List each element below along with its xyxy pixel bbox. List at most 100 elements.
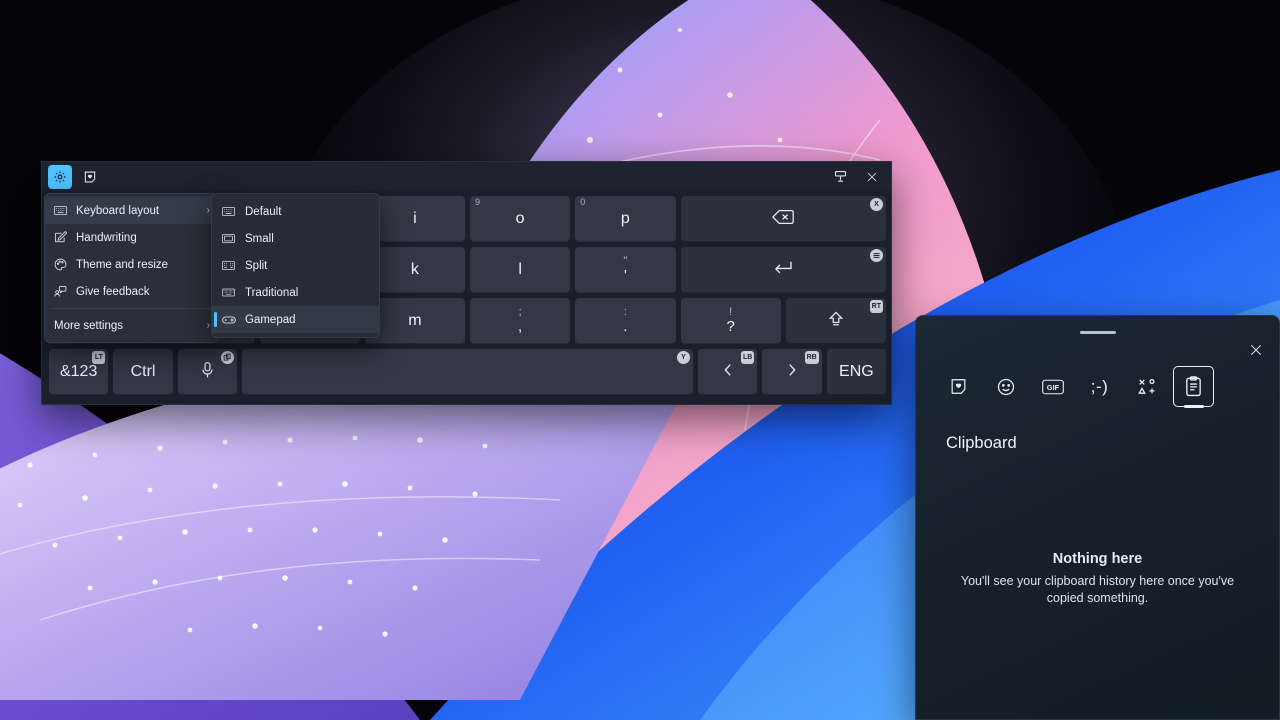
symbols-key[interactable]: LT &123 — [49, 349, 109, 395]
keyboard-small-icon — [222, 233, 240, 244]
key-label: ENG — [839, 363, 874, 380]
keyboard-traditional-icon — [222, 287, 240, 298]
keyboard-split-icon — [222, 260, 240, 271]
gamepad-badge: RT — [869, 300, 883, 313]
gamepad-badge: RB — [804, 351, 819, 364]
space-key[interactable]: Y — [242, 349, 693, 395]
svg-text:GIF: GIF — [1046, 383, 1059, 392]
ctrl-key[interactable]: Ctrl — [113, 349, 173, 395]
menu-item-label: Theme and resize — [76, 258, 169, 271]
key-o[interactable]: 9 o — [470, 196, 571, 242]
menu-separator — [51, 308, 212, 309]
arrow-left-icon — [721, 362, 735, 383]
keyboard-icon — [54, 204, 72, 217]
palette-icon — [54, 258, 72, 271]
gamepad-icon — [222, 315, 240, 325]
enter-icon — [772, 260, 794, 281]
kaomoji-icon: ;-) — [1090, 376, 1109, 396]
key-label: ' — [623, 266, 627, 284]
gamepad-badge — [870, 249, 884, 262]
menu-item-handwriting[interactable]: Handwriting — [45, 224, 218, 251]
menu-item-keyboard-layout[interactable]: Keyboard layout › — [45, 197, 218, 224]
panel-tab-bar: GIF ;-) — [916, 366, 1279, 407]
menu-item-label: Give feedback — [76, 285, 150, 298]
submenu-item-split[interactable]: Split — [212, 252, 379, 279]
chevron-right-icon: › — [206, 205, 210, 216]
backspace-key[interactable]: X — [680, 196, 887, 242]
submenu-item-label: Small — [245, 232, 274, 245]
key-label: m — [408, 312, 422, 329]
close-icon[interactable] — [1243, 338, 1269, 362]
key-l[interactable]: l — [470, 247, 571, 293]
key-label: &123 — [59, 363, 98, 380]
panel-drag-handle[interactable] — [1079, 331, 1116, 334]
gear-icon[interactable] — [48, 164, 72, 189]
chevron-right-icon: › — [206, 320, 210, 331]
submenu-item-label: Traditional — [245, 286, 299, 299]
submenu-item-gamepad[interactable]: Gamepad — [212, 306, 379, 333]
backspace-icon — [772, 209, 795, 230]
empty-state-body: You'll see your clipboard history here o… — [960, 574, 1235, 605]
clipboard-empty-state: Nothing here You'll see your clipboard h… — [916, 551, 1279, 607]
key-superscript: 9 — [475, 197, 481, 207]
submenu-item-label: Gamepad — [245, 313, 296, 326]
keyboard-row: LT &123 Ctrl Y LB RB ENG — [49, 349, 887, 395]
key-label: , — [518, 317, 523, 335]
clipboard-tab[interactable] — [1173, 366, 1214, 407]
key-period[interactable]: : . — [575, 298, 676, 344]
right-arrow-key[interactable]: RB — [762, 349, 822, 395]
arrow-right-icon — [785, 362, 799, 383]
stickers-tab[interactable] — [938, 366, 979, 407]
submenu-item-small[interactable]: Small — [212, 225, 379, 252]
submenu-item-label: Default — [245, 205, 282, 218]
menu-item-label: Handwriting — [76, 231, 137, 244]
submenu-item-traditional[interactable]: Traditional — [212, 279, 379, 306]
empty-state-title: Nothing here — [1052, 551, 1143, 567]
key-superscript: 0 — [580, 197, 586, 207]
key-label: ? — [726, 317, 735, 335]
language-key[interactable]: ENG — [826, 349, 887, 395]
handwriting-icon — [54, 231, 72, 244]
gif-tab[interactable]: GIF — [1032, 366, 1073, 407]
menu-item-label: More settings — [54, 319, 124, 332]
submenu-item-default[interactable]: Default — [212, 198, 379, 225]
keyboard-titlebar — [42, 162, 891, 191]
key-label: i — [413, 210, 417, 227]
enter-key[interactable] — [680, 247, 887, 293]
key-label: Ctrl — [130, 363, 156, 380]
keyboard-settings-menu: Keyboard layout › Handwriting Theme and … — [44, 193, 219, 343]
shift-key[interactable]: RT — [785, 298, 886, 344]
gamepad-badge: LT — [92, 351, 106, 364]
key-label: k — [410, 261, 419, 278]
submenu-item-label: Split — [245, 259, 268, 272]
key-apostrophe[interactable]: " ' — [575, 247, 676, 293]
gamepad-badge: Y — [677, 351, 690, 364]
gamepad-badge: LB — [741, 351, 755, 364]
key-question[interactable]: ! ? — [680, 298, 781, 344]
keyboard-layout-submenu: Default Small Split Traditional Gamepad — [211, 193, 380, 338]
menu-item-more-settings[interactable]: More settings › — [45, 312, 218, 339]
gamepad-badge — [221, 351, 235, 364]
shift-icon — [827, 310, 845, 333]
close-icon[interactable] — [857, 164, 887, 190]
emoji-clipboard-panel: GIF ;-) Clipboard Nothing here You'll se… — [915, 315, 1280, 720]
kaomoji-tab[interactable]: ;-) — [1079, 366, 1120, 407]
key-label: o — [515, 210, 525, 227]
panel-heading: Clipboard — [946, 434, 1017, 452]
keyboard-default-icon — [222, 206, 240, 217]
emoji-tab[interactable] — [985, 366, 1026, 407]
symbols-tab[interactable] — [1126, 366, 1167, 407]
left-arrow-key[interactable]: LB — [698, 349, 758, 395]
menu-item-give-feedback[interactable]: Give feedback — [45, 278, 218, 305]
menu-item-label: Keyboard layout — [76, 204, 160, 217]
sticker-heart-icon[interactable] — [78, 165, 102, 189]
key-comma[interactable]: ; , — [470, 298, 571, 344]
dock-keyboard-icon[interactable] — [825, 164, 855, 190]
key-p[interactable]: 0 p — [575, 196, 676, 242]
dictation-key[interactable] — [177, 349, 238, 395]
key-label: l — [518, 261, 522, 278]
microphone-icon — [200, 361, 215, 384]
feedback-icon — [54, 285, 72, 298]
menu-item-theme-and-resize[interactable]: Theme and resize — [45, 251, 218, 278]
gamepad-badge: X — [870, 198, 884, 211]
